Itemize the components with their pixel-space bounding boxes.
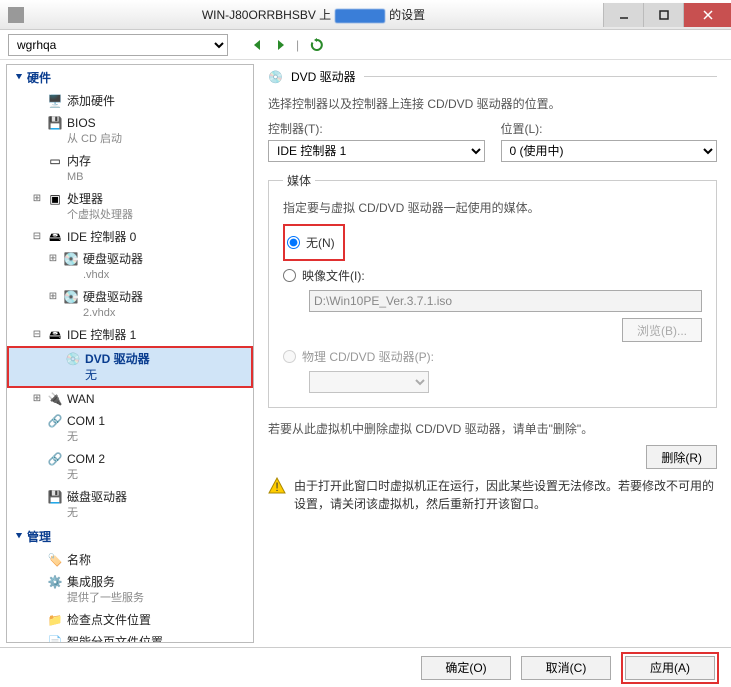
physical-drive-select — [309, 371, 429, 393]
title-redacted — [335, 9, 385, 23]
nav-forward-button[interactable] — [272, 36, 290, 54]
com-port-icon: 🔗 — [47, 413, 63, 429]
com1-item[interactable]: 🔗 COM 1无 — [7, 410, 253, 448]
hdd-icon: 💽 — [63, 251, 79, 267]
wan-item[interactable]: ⊞🔌 WAN — [7, 388, 253, 410]
dvd-icon: 💿 — [65, 351, 81, 367]
integration-icon: ⚙️ — [47, 574, 63, 590]
media-image-radio[interactable]: 映像文件(I): — [283, 267, 702, 284]
warning-icon: ! — [268, 477, 286, 495]
panel-description: 选择控制器以及控制器上连接 CD/DVD 驱动器的位置。 — [268, 95, 717, 112]
bios-icon: 💾 — [47, 115, 63, 131]
media-fieldset: 媒体 指定要与虚拟 CD/DVD 驱动器一起使用的媒体。 无(N) 映像文件(I… — [268, 172, 717, 408]
media-physical-input — [283, 350, 296, 363]
vm-selector[interactable]: wgrhqa — [8, 34, 228, 56]
media-description: 指定要与虚拟 CD/DVD 驱动器一起使用的媒体。 — [283, 199, 702, 216]
controller-icon: 🖴 — [47, 327, 63, 343]
none-highlight: 无(N) — [283, 224, 345, 261]
warning-text: 由于打开此窗口时虚拟机正在运行，因此某些设置无法修改。若要修改不可用的设置，请关… — [294, 477, 717, 513]
add-hardware-item[interactable]: 🖥️ 添加硬件 — [7, 90, 253, 112]
settings-panel: 💿 DVD 驱动器 选择控制器以及控制器上连接 CD/DVD 驱动器的位置。 控… — [254, 60, 731, 647]
dvd-item[interactable]: 💿 DVD 驱动器无 — [9, 348, 251, 386]
image-path-input — [309, 290, 702, 312]
floppy-item[interactable]: 💾 磁盘驱动器无 — [7, 486, 253, 524]
apply-highlight: 应用(A) — [621, 652, 719, 684]
hdd-icon: 💽 — [63, 289, 79, 305]
management-header[interactable]: ⯆管理 — [7, 524, 253, 549]
media-physical-radio: 物理 CD/DVD 驱动器(P): — [283, 348, 702, 365]
nav-back-button[interactable] — [248, 36, 266, 54]
remove-description: 若要从此虚拟机中删除虚拟 CD/DVD 驱动器，请单击"删除"。 — [268, 420, 717, 437]
media-none-input[interactable] — [287, 236, 300, 249]
media-image-input[interactable] — [283, 269, 296, 282]
apply-button[interactable]: 应用(A) — [625, 656, 715, 680]
integration-item[interactable]: ⚙️ 集成服务提供了一些服务 — [7, 571, 253, 609]
window-title: WIN-J80ORRBHSBV 上的设置 — [24, 6, 603, 23]
cpu-item[interactable]: ⊞▣ 处理器 个虚拟处理器 — [7, 188, 253, 226]
checkpoint-item[interactable]: 📁 检查点文件位置 — [7, 609, 253, 631]
paging-item[interactable]: 📄 智能分页文件位置 — [7, 631, 253, 643]
controller-icon: 🖴 — [47, 229, 63, 245]
ok-button[interactable]: 确定(O) — [421, 656, 511, 680]
cancel-button[interactable]: 取消(C) — [521, 656, 611, 680]
remove-button[interactable]: 删除(R) — [646, 445, 717, 469]
network-icon: 🔌 — [47, 391, 63, 407]
hardware-header[interactable]: ⯆硬件 — [7, 65, 253, 90]
bios-item[interactable]: 💾 BIOS从 CD 启动 — [7, 112, 253, 150]
minimize-button[interactable] — [603, 3, 643, 27]
dvd-highlight: 💿 DVD 驱动器无 — [7, 346, 253, 388]
maximize-button[interactable] — [643, 3, 683, 27]
hdd1-item[interactable]: ⊞💽 硬盘驱动器 .vhdx — [7, 248, 253, 286]
name-item[interactable]: 🏷️ 名称 — [7, 549, 253, 571]
ide0-item[interactable]: ⊟🖴 IDE 控制器 0 — [7, 226, 253, 248]
media-none-radio[interactable]: 无(N) — [287, 234, 335, 251]
dialog-footer: 确定(O) 取消(C) 应用(A) — [0, 647, 731, 687]
name-icon: 🏷️ — [47, 552, 63, 568]
svg-text:!: ! — [275, 480, 278, 494]
dvd-icon: 💿 — [268, 70, 283, 84]
toolbar: wgrhqa | — [0, 30, 731, 60]
floppy-icon: 💾 — [47, 489, 63, 505]
memory-icon: ▭ — [47, 153, 63, 169]
add-hardware-icon: 🖥️ — [47, 93, 63, 109]
controller-select[interactable]: IDE 控制器 1 — [268, 140, 485, 162]
media-legend: 媒体 — [283, 172, 315, 189]
com-port-icon: 🔗 — [47, 451, 63, 467]
browse-button: 浏览(B)... — [622, 318, 702, 342]
cpu-icon: ▣ — [47, 191, 63, 207]
paging-icon: 📄 — [47, 634, 63, 643]
panel-title: DVD 驱动器 — [291, 68, 356, 85]
com2-item[interactable]: 🔗 COM 2无 — [7, 448, 253, 486]
location-select[interactable]: 0 (使用中) — [501, 140, 718, 162]
checkpoint-icon: 📁 — [47, 612, 63, 628]
app-icon — [8, 7, 24, 23]
memory-item[interactable]: ▭ 内存 MB — [7, 150, 253, 188]
close-button[interactable] — [683, 3, 731, 27]
hdd2-item[interactable]: ⊞💽 硬盘驱动器2.vhdx — [7, 286, 253, 324]
controller-label: 控制器(T): — [268, 120, 485, 137]
window-titlebar: WIN-J80ORRBHSBV 上的设置 — [0, 0, 731, 30]
location-label: 位置(L): — [501, 120, 718, 137]
ide1-item[interactable]: ⊟🖴 IDE 控制器 1 — [7, 324, 253, 346]
hardware-tree: ⯆硬件 🖥️ 添加硬件 💾 BIOS从 CD 启动 ▭ 内存 MB ⊞▣ 处理器… — [6, 64, 254, 643]
refresh-button[interactable] — [308, 36, 326, 54]
